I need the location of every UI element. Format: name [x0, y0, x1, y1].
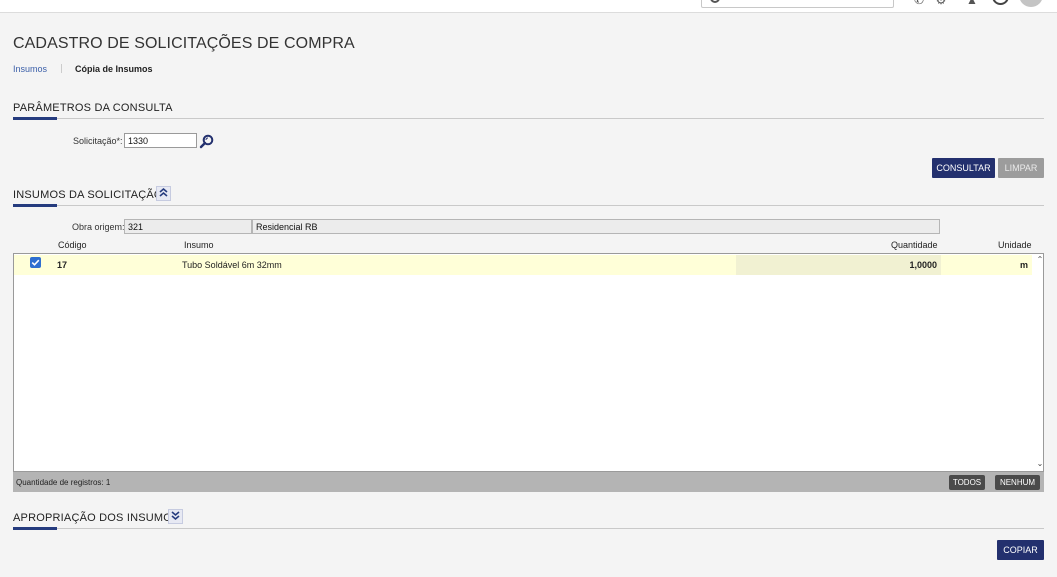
bell-icon[interactable]: ▲ [965, 0, 979, 6]
global-search-input[interactable] [701, 0, 894, 8]
lookup-search-icon[interactable] [199, 134, 215, 149]
record-count: Quantidade de registros: 1 [16, 478, 111, 487]
cell-insumo: Tubo Soldável 6m 32mm [178, 255, 736, 275]
obra-name-field: Residencial RB [252, 219, 940, 234]
column-header-unidade[interactable]: Unidade [998, 240, 1032, 250]
consultar-button[interactable]: CONSULTAR [932, 158, 995, 178]
section-title-apropriacao: APROPRIAÇÃO DOS INSUMOS [13, 512, 180, 524]
breadcrumb-current: Cópia de Insumos [75, 64, 153, 74]
checkmark-icon [31, 259, 40, 266]
breadcrumb-separator [60, 64, 62, 73]
column-header-insumo[interactable]: Insumo [184, 240, 214, 250]
expand-apropriacao-button[interactable] [168, 509, 183, 524]
insumos-grid: 17 Tubo Soldável 6m 32mm 1,0000 m ⌃ ⌄ [13, 253, 1044, 472]
scroll-down-icon[interactable]: ⌄ [1035, 459, 1045, 468]
breadcrumb-link-insumos[interactable]: Insumos [13, 64, 47, 74]
solicitacao-input[interactable]: 1330 [124, 133, 197, 148]
chevron-double-up-icon [159, 187, 168, 197]
section-apropriacao: APROPRIAÇÃO DOS INSUMOS [13, 509, 1044, 530]
solicitacao-label: Solicitação*: [73, 136, 123, 146]
section-title-insumos: INSUMOS DA SOLICITAÇÃO [13, 189, 163, 201]
phone-icon[interactable]: ✆ [912, 0, 926, 6]
copiar-button[interactable]: COPIAR [997, 540, 1044, 560]
chevron-double-down-icon [171, 511, 180, 521]
cell-unidade: m [941, 255, 1032, 275]
table-row[interactable]: 17 Tubo Soldável 6m 32mm 1,0000 m [14, 255, 1032, 275]
cell-quantidade: 1,0000 [736, 255, 941, 275]
row-checkbox[interactable] [30, 257, 41, 268]
avatar[interactable] [1019, 0, 1043, 7]
page-title: CADASTRO DE SOLICITAÇÕES DE COMPRA [13, 35, 355, 52]
column-header-codigo[interactable]: Código [58, 240, 87, 250]
nenhum-button[interactable]: NENHUM [995, 475, 1040, 490]
breadcrumb: Insumos Cópia de Insumos [13, 64, 153, 74]
cell-codigo: 17 [57, 260, 68, 270]
section-title-parametros: PARÂMETROS DA CONSULTA [13, 102, 173, 114]
limpar-button[interactable]: LIMPAR [998, 158, 1044, 178]
section-accent [13, 117, 57, 120]
collapse-insumos-button[interactable] [156, 186, 171, 201]
section-accent [13, 204, 57, 207]
help-icon[interactable] [992, 0, 1009, 5]
column-header-quantidade[interactable]: Quantidade [891, 240, 938, 250]
grid-footer: Quantidade de registros: 1 TODOS NENHUM [13, 472, 1044, 492]
obra-code-field: 321 [124, 219, 252, 234]
obra-origem-label: Obra origem: [72, 222, 125, 232]
section-parametros: PARÂMETROS DA CONSULTA [13, 99, 1044, 120]
scroll-up-icon[interactable]: ⌃ [1035, 255, 1045, 264]
todos-button[interactable]: TODOS [949, 475, 985, 490]
top-bar: ✆ ⚙ ▲ [0, 0, 1057, 13]
search-icon [710, 0, 720, 3]
section-insumos: INSUMOS DA SOLICITAÇÃO [13, 186, 1044, 207]
settings-icon[interactable]: ⚙ [934, 0, 948, 6]
section-accent [13, 527, 57, 530]
